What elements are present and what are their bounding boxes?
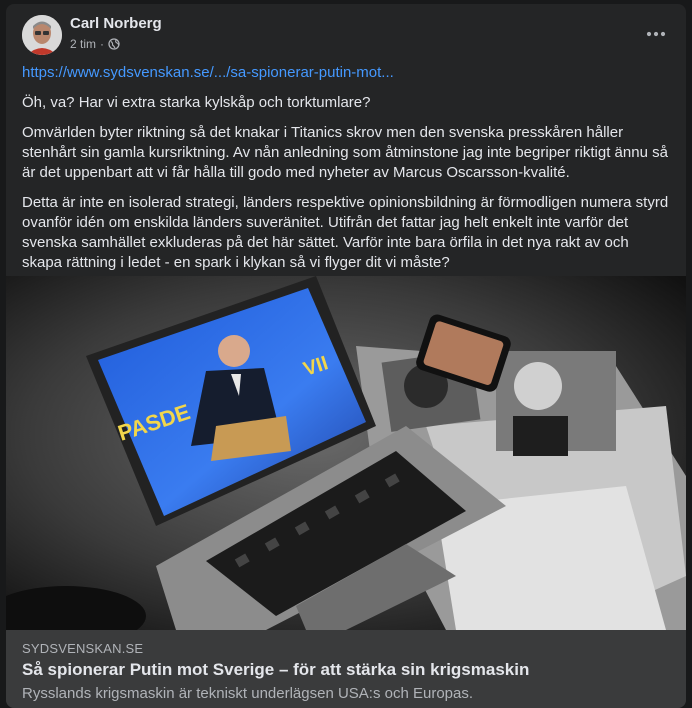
more-options-icon: [646, 24, 666, 42]
link-domain: SYDSVENSKAN.SE: [22, 641, 144, 656]
author-name[interactable]: Carl Norberg: [70, 15, 162, 32]
more-options-button[interactable]: [642, 21, 670, 45]
article-link[interactable]: https://www.sydsvenskan.se/.../sa-spione…: [22, 63, 670, 83]
post-paragraph-2: Omvärlden byter riktning så det knakar i…: [22, 124, 668, 181]
post-meta: 2 tim ·: [70, 37, 120, 51]
post-card: Carl Norberg 2 tim · https://www.sydsven…: [6, 4, 686, 708]
meta-separator: ·: [100, 37, 105, 51]
post-paragraph-3: Detta är inte en isolerad strategi, länd…: [22, 194, 669, 271]
link-preview[interactable]: SYDSVENSKAN.SE Så spionerar Putin mot Sv…: [6, 630, 686, 708]
avatar[interactable]: [22, 15, 62, 55]
link-description: Rysslands krigsmaskin är tekniskt underl…: [22, 685, 474, 702]
globe-icon: [108, 38, 120, 50]
post-body: https://www.sydsvenskan.se/.../sa-spione…: [22, 63, 670, 283]
post-header: Carl Norberg 2 tim ·: [22, 15, 670, 59]
post-time[interactable]: 2 tim: [70, 37, 96, 51]
link-title[interactable]: Så spionerar Putin mot Sverige – för att…: [22, 660, 529, 680]
article-image[interactable]: PASDE VII: [6, 276, 686, 630]
post-paragraph-1: Öh, va? Har vi extra starka kylskåp och …: [22, 94, 371, 111]
